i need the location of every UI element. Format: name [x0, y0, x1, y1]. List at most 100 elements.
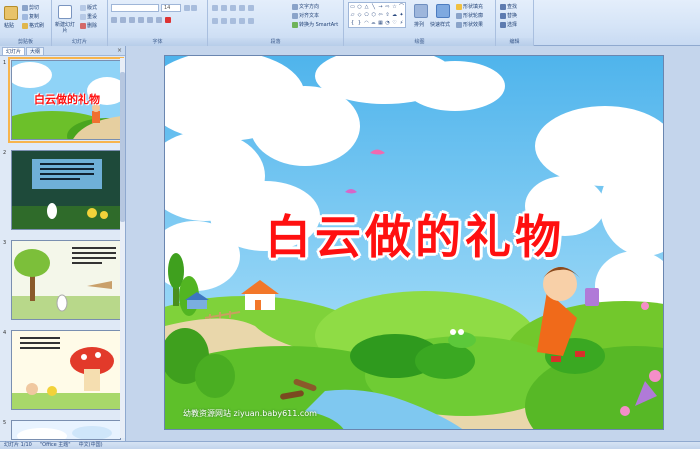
font-name-field[interactable] — [111, 4, 159, 12]
editing-group-label: 编辑 — [496, 38, 533, 46]
text-direction-button[interactable]: 文字方向 — [292, 3, 319, 10]
slide-thumbnail-3[interactable] — [11, 240, 121, 320]
paragraph-list-buttons[interactable] — [212, 5, 254, 11]
copy-button[interactable]: 复制 — [22, 13, 39, 20]
thumbnail-3-art — [12, 241, 120, 319]
delete-button[interactable]: 删除 — [80, 22, 97, 29]
thumbnail-2-art — [12, 151, 120, 229]
strikethrough-icon[interactable] — [138, 17, 144, 23]
slide-thumbnail-4[interactable] — [11, 330, 121, 410]
columns-icon[interactable] — [248, 18, 254, 24]
clipboard-group-label: 剪贴板 — [0, 38, 51, 46]
font-grow-button[interactable] — [184, 5, 197, 11]
slide-thumbnail-5[interactable] — [11, 420, 121, 440]
paste-button[interactable]: 粘贴 — [4, 22, 14, 29]
justify-icon[interactable] — [239, 18, 245, 24]
format-painter-button[interactable]: 格式刷 — [22, 22, 44, 29]
font-size-field[interactable]: 14 — [161, 4, 181, 12]
slide-title[interactable]: 白云做的礼物 — [165, 201, 663, 267]
new-slide-icon[interactable] — [58, 5, 72, 19]
panel-scroll-thumb[interactable] — [120, 72, 125, 222]
slide-count-status: 幻灯片 1/10 — [4, 442, 32, 448]
numbering-icon[interactable] — [221, 5, 227, 11]
current-slide[interactable]: 白云做的礼物 幼教资源网站 ziyuan.baby611.com — [164, 55, 664, 430]
slides-group: 新建幻灯片 版式 重设 删除 幻灯片 — [52, 0, 108, 46]
spacing-icon[interactable] — [156, 17, 162, 23]
bold-icon[interactable] — [111, 17, 117, 23]
shape-gallery[interactable]: ▭ ○ △ ╲ → ⇨ ☆ ⌒ ▱ ◇ ⬠ ⬡ ⇦ ⇧ ☁ ✦ {} ◠ ⌓ ▦ ◔ ♡ ⚡ — [348, 2, 406, 28]
shape-fill-button[interactable]: 形状填充 — [456, 3, 483, 10]
layout-icon — [80, 4, 86, 11]
align-left-icon[interactable] — [212, 18, 218, 24]
tab-slides[interactable]: 幻灯片 — [2, 47, 26, 55]
slide-footer-watermark: 幼教资源网站 ziyuan.baby611.com — [183, 409, 317, 418]
paste-icon[interactable] — [4, 6, 18, 20]
copy-icon — [22, 13, 28, 20]
font-group-label: 字体 — [108, 38, 207, 46]
thumbnail-4-art — [12, 331, 120, 409]
align-text-icon — [292, 12, 298, 19]
shape-outline-button[interactable]: 形状轮廓 — [456, 12, 483, 19]
select-icon — [500, 21, 506, 28]
thumbnail-5-art — [12, 421, 120, 439]
reset-button[interactable]: 重设 — [80, 13, 97, 20]
paragraph-group: 文字方向 对齐文本 转换为 SmartArt 段落 — [208, 0, 344, 46]
smartart-button[interactable]: 转换为 SmartArt — [292, 21, 338, 28]
pen-outline-icon — [456, 12, 462, 19]
align-right-icon[interactable] — [230, 18, 236, 24]
shadow-icon[interactable] — [147, 17, 153, 23]
font-color-icon[interactable] — [165, 17, 171, 23]
italic-icon[interactable] — [120, 17, 126, 23]
binoculars-icon — [500, 3, 506, 10]
quick-styles-icon[interactable] — [436, 4, 450, 18]
close-icon[interactable]: × — [117, 47, 122, 55]
shape-effects-button[interactable]: 形状效果 — [456, 21, 483, 28]
slide-editor: 白云做的礼物 幼教资源网站 ziyuan.baby611.com — [126, 46, 700, 441]
indent-decrease-icon[interactable] — [230, 5, 236, 11]
clipboard-group: 粘贴 剪切 复制 格式刷 剪贴板 — [0, 0, 52, 46]
indent-increase-icon[interactable] — [239, 5, 245, 11]
align-center-icon[interactable] — [221, 18, 227, 24]
select-button[interactable]: 选择 — [500, 21, 517, 28]
editing-group: 查找 替换 选择 编辑 — [496, 0, 534, 46]
reset-icon — [80, 13, 86, 20]
panel-scrollbar[interactable] — [120, 58, 125, 438]
layout-button[interactable]: 版式 — [80, 4, 97, 11]
font-group: 14 字体 — [108, 0, 208, 46]
text-direction-icon — [292, 3, 298, 10]
new-slide-button[interactable]: 新建幻灯片 — [54, 22, 76, 34]
replace-icon — [500, 12, 506, 19]
font-grow-icon — [184, 5, 190, 11]
ribbon: 粘贴 剪切 复制 格式刷 剪贴板 新建幻灯片 版式 重设 删除 幻灯片 14 字… — [0, 0, 700, 46]
brush-icon — [22, 22, 28, 29]
thumb-number: 2 — [3, 150, 7, 156]
replace-button[interactable]: 替换 — [500, 12, 517, 19]
paragraph-group-label: 段落 — [208, 38, 343, 46]
fill-bucket-icon — [456, 3, 462, 10]
cut-button[interactable]: 剪切 — [22, 4, 39, 11]
bullets-icon[interactable] — [212, 5, 218, 11]
line-spacing-icon[interactable] — [248, 5, 254, 11]
language-status[interactable]: 中文(中国) — [79, 442, 103, 449]
underline-icon[interactable] — [129, 17, 135, 23]
slide-thumbnail-panel: 幻灯片 大纲 × 1 白云做的礼物 2 3 4 5 — [0, 46, 126, 441]
panel-tabs: 幻灯片 大纲 × — [0, 46, 125, 56]
slide-thumbnail-1[interactable]: 白云做的礼物 — [8, 57, 124, 143]
tab-outline[interactable]: 大纲 — [26, 47, 45, 55]
slides-group-label: 幻灯片 — [52, 38, 107, 46]
delete-icon — [80, 22, 86, 29]
paragraph-align-buttons[interactable] — [212, 18, 254, 24]
arrange-button[interactable]: 排列 — [414, 21, 424, 28]
slide-thumbnail-2[interactable] — [11, 150, 121, 230]
find-button[interactable]: 查找 — [500, 3, 517, 10]
thumb-number: 1 — [3, 60, 7, 66]
align-text-button[interactable]: 对齐文本 — [292, 12, 319, 19]
font-style-buttons[interactable] — [111, 17, 171, 23]
effects-icon — [456, 21, 462, 28]
quick-styles-button[interactable]: 快速样式 — [430, 21, 450, 28]
thumb-number: 5 — [3, 420, 7, 426]
smartart-icon — [292, 21, 298, 28]
drawing-group: ▭ ○ △ ╲ → ⇨ ☆ ⌒ ▱ ◇ ⬠ ⬡ ⇦ ⇧ ☁ ✦ {} ◠ ⌓ ▦ ◔ ♡ ⚡ 排列 快速样式 形状填充 … — [344, 0, 496, 46]
arrange-icon[interactable] — [414, 4, 428, 18]
thumb-number: 3 — [3, 240, 7, 246]
